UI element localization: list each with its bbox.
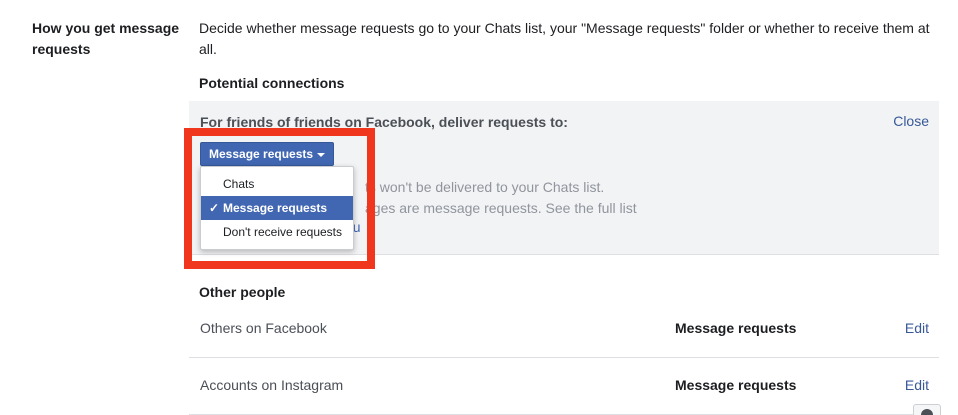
setting-row-others-on-facebook: Others on Facebook Message requests Edit [189,301,939,358]
section-label: How you get message requests [32,20,180,57]
panel-title: For friends of friends on Facebook, deli… [200,114,568,130]
panel-hint: ts won't be delivered to your Chats list… [365,177,637,219]
help-button[interactable] [913,404,941,415]
caret-down-icon [317,152,326,157]
panel-hint-line: ts won't be delivered to your Chats list… [365,179,605,195]
delivery-dropdown-menu: Chats ✓ Message requests Don't receive r… [200,166,354,250]
menu-item-message-requests[interactable]: ✓ Message requests [201,196,353,220]
menu-item-dont-receive[interactable]: Don't receive requests [201,220,353,244]
delivery-dropdown-button[interactable]: Message requests [200,142,335,166]
section-description: Decide whether message requests go to yo… [199,20,930,57]
panel-hint-line: ages are message requests. See the full … [365,200,637,216]
row-value: Message requests [675,320,797,336]
dropdown-selected-label: Message requests [209,147,314,161]
edit-link[interactable]: Edit [905,320,929,336]
edit-link[interactable]: Edit [905,377,929,393]
menu-item-label: Don't receive requests [223,225,343,239]
potential-connections-heading: Potential connections [199,75,345,91]
row-label: Accounts on Instagram [200,377,344,393]
checkmark-icon: ✓ [209,201,220,215]
menu-item-label: Message requests [223,201,328,215]
setting-row-accounts-on-instagram: Accounts on Instagram Message requests E… [189,358,939,415]
row-value: Message requests [675,377,797,393]
menu-item-label: Chats [223,177,255,191]
help-icon [921,409,933,415]
menu-item-chats[interactable]: Chats [201,172,353,196]
close-link[interactable]: Close [893,113,929,129]
row-label: Others on Facebook [200,320,327,336]
other-people-heading: Other people [199,284,286,300]
